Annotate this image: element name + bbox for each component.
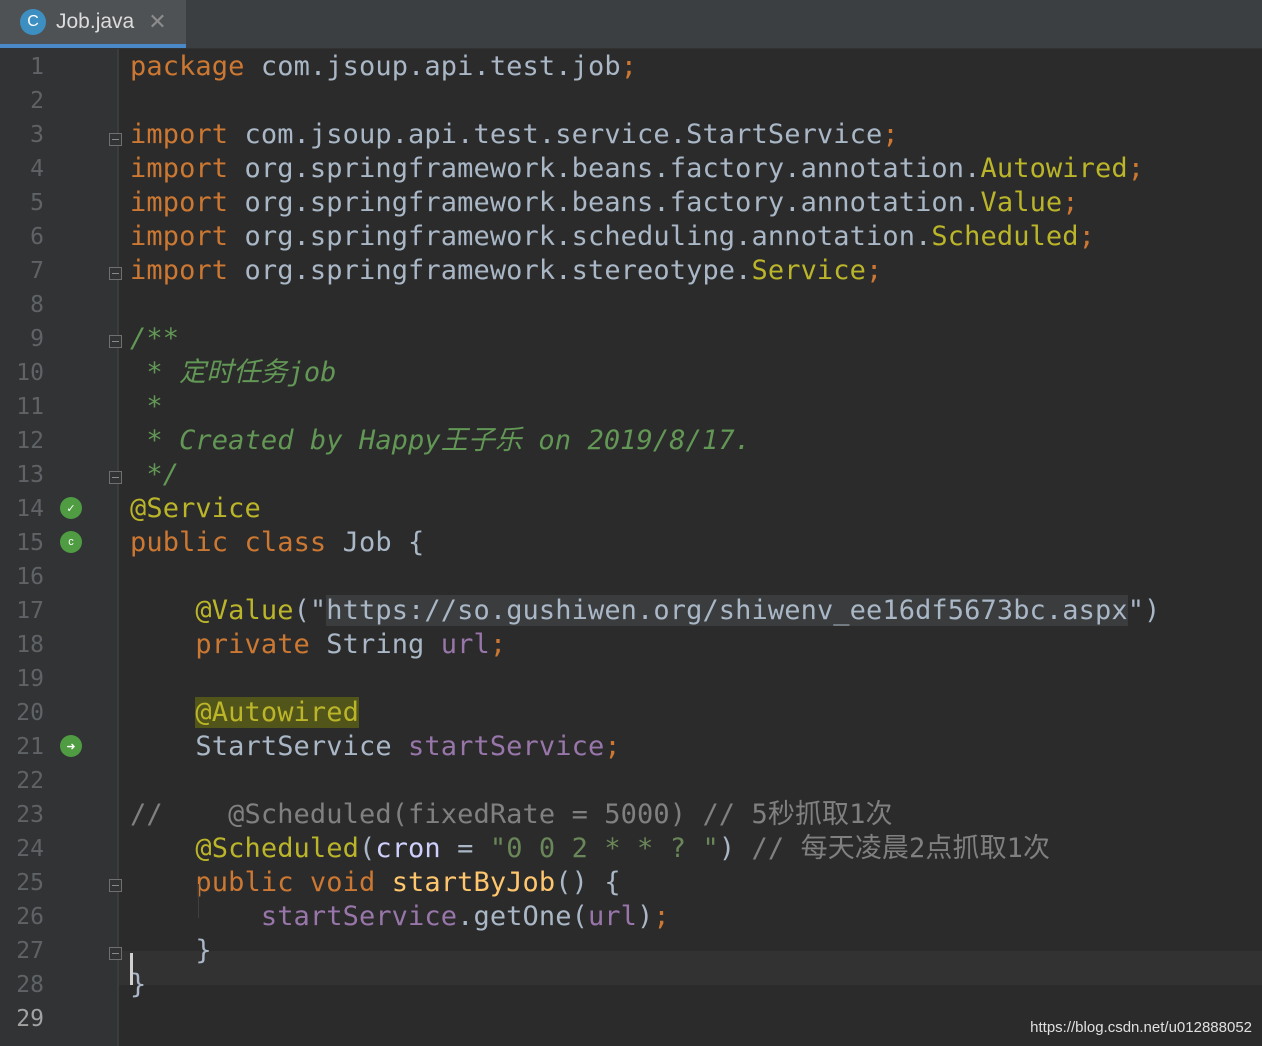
line-number: 8 xyxy=(30,292,44,318)
line-number: 6 xyxy=(30,224,44,250)
code-line-9[interactable]: /** xyxy=(130,322,179,356)
code-line-15[interactable]: public class Job { xyxy=(130,526,424,560)
spring-bean-icon[interactable]: ✓ xyxy=(60,497,82,519)
code-line-23[interactable]: // @Scheduled(fixedRate = 5000) // 5秒抓取1… xyxy=(130,798,893,832)
line-number: 7 xyxy=(30,258,44,284)
line-number: 10 xyxy=(16,360,44,386)
code-line-17[interactable]: @Value("https://so.gushiwen.org/shiwenv_… xyxy=(130,594,1160,628)
line-number: 20 xyxy=(16,700,44,726)
code-line-12[interactable]: * Created by Happy王子乐 on 2019/8/17. xyxy=(130,424,751,458)
fold-icon[interactable] xyxy=(109,471,122,484)
line-number: 16 xyxy=(16,564,44,590)
code-line-27[interactable]: } xyxy=(130,934,212,968)
spring-class-icon[interactable]: c xyxy=(60,531,82,553)
indent-guide xyxy=(198,884,199,918)
code-line-4[interactable]: import org.springframework.beans.factory… xyxy=(130,152,1144,186)
line-number: 24 xyxy=(16,836,44,862)
fold-icon[interactable] xyxy=(109,335,122,348)
fold-icon[interactable] xyxy=(109,947,122,960)
code-line-26[interactable]: startService.getOne(url); xyxy=(130,900,670,934)
code-line-5[interactable]: import org.springframework.beans.factory… xyxy=(130,186,1079,220)
code-line-1[interactable]: package com.jsoup.api.test.job; xyxy=(130,50,637,84)
line-number: 15 xyxy=(16,530,44,556)
line-number-current: 29 xyxy=(16,1006,44,1032)
line-number: 21 xyxy=(16,734,44,760)
watermark-text: https://blog.csdn.net/u012888052 xyxy=(1030,1019,1252,1036)
code-line-24[interactable]: @Scheduled(cron = "0 0 2 * * ? ") // 每天凌… xyxy=(130,832,1050,866)
code-line-18[interactable]: private String url; xyxy=(130,628,506,662)
line-number: 22 xyxy=(16,768,44,794)
line-number: 26 xyxy=(16,904,44,930)
line-number: 14 xyxy=(16,496,44,522)
code-line-7[interactable]: import org.springframework.stereotype.Se… xyxy=(130,254,882,288)
line-number: 17 xyxy=(16,598,44,624)
line-number: 19 xyxy=(16,666,44,692)
code-line-14[interactable]: @Service xyxy=(130,492,261,526)
navigate-autowired-icon[interactable]: ➜ xyxy=(60,735,82,757)
editor-tab-bar: C Job.java ✕ xyxy=(0,0,1262,49)
line-number: 25 xyxy=(16,870,44,896)
line-number: 12 xyxy=(16,428,44,454)
line-number: 27 xyxy=(16,938,44,964)
line-number: 28 xyxy=(16,972,44,998)
code-line-11[interactable]: * xyxy=(130,390,163,424)
line-number: 3 xyxy=(30,122,44,148)
text-caret xyxy=(130,953,133,985)
fold-icon[interactable] xyxy=(109,267,122,280)
line-number: 11 xyxy=(16,394,44,420)
line-number: 1 xyxy=(30,54,44,80)
code-line-13[interactable]: */ xyxy=(130,458,179,492)
line-number: 2 xyxy=(30,88,44,114)
tab-label: Job.java xyxy=(56,10,135,33)
java-class-icon: C xyxy=(20,9,46,35)
code-line-6[interactable]: import org.springframework.scheduling.an… xyxy=(130,220,1095,254)
line-number: 5 xyxy=(30,190,44,216)
code-line-21[interactable]: StartService startService; xyxy=(130,730,621,764)
line-number: 18 xyxy=(16,632,44,658)
close-icon[interactable]: ✕ xyxy=(148,9,166,35)
tab-job-java[interactable]: C Job.java ✕ xyxy=(0,0,186,48)
line-number: 13 xyxy=(16,462,44,488)
code-line-25[interactable]: public void startByJob() { xyxy=(130,866,621,900)
fold-icon[interactable] xyxy=(109,879,122,892)
code-line-3[interactable]: import com.jsoup.api.test.service.StartS… xyxy=(130,118,899,152)
code-line-10[interactable]: * 定时任务job xyxy=(130,356,337,390)
code-line-20[interactable]: @Autowired xyxy=(130,696,359,730)
fold-icon[interactable] xyxy=(109,133,122,146)
line-number: 4 xyxy=(30,156,44,182)
line-number: 9 xyxy=(30,326,44,352)
line-number: 23 xyxy=(16,802,44,828)
